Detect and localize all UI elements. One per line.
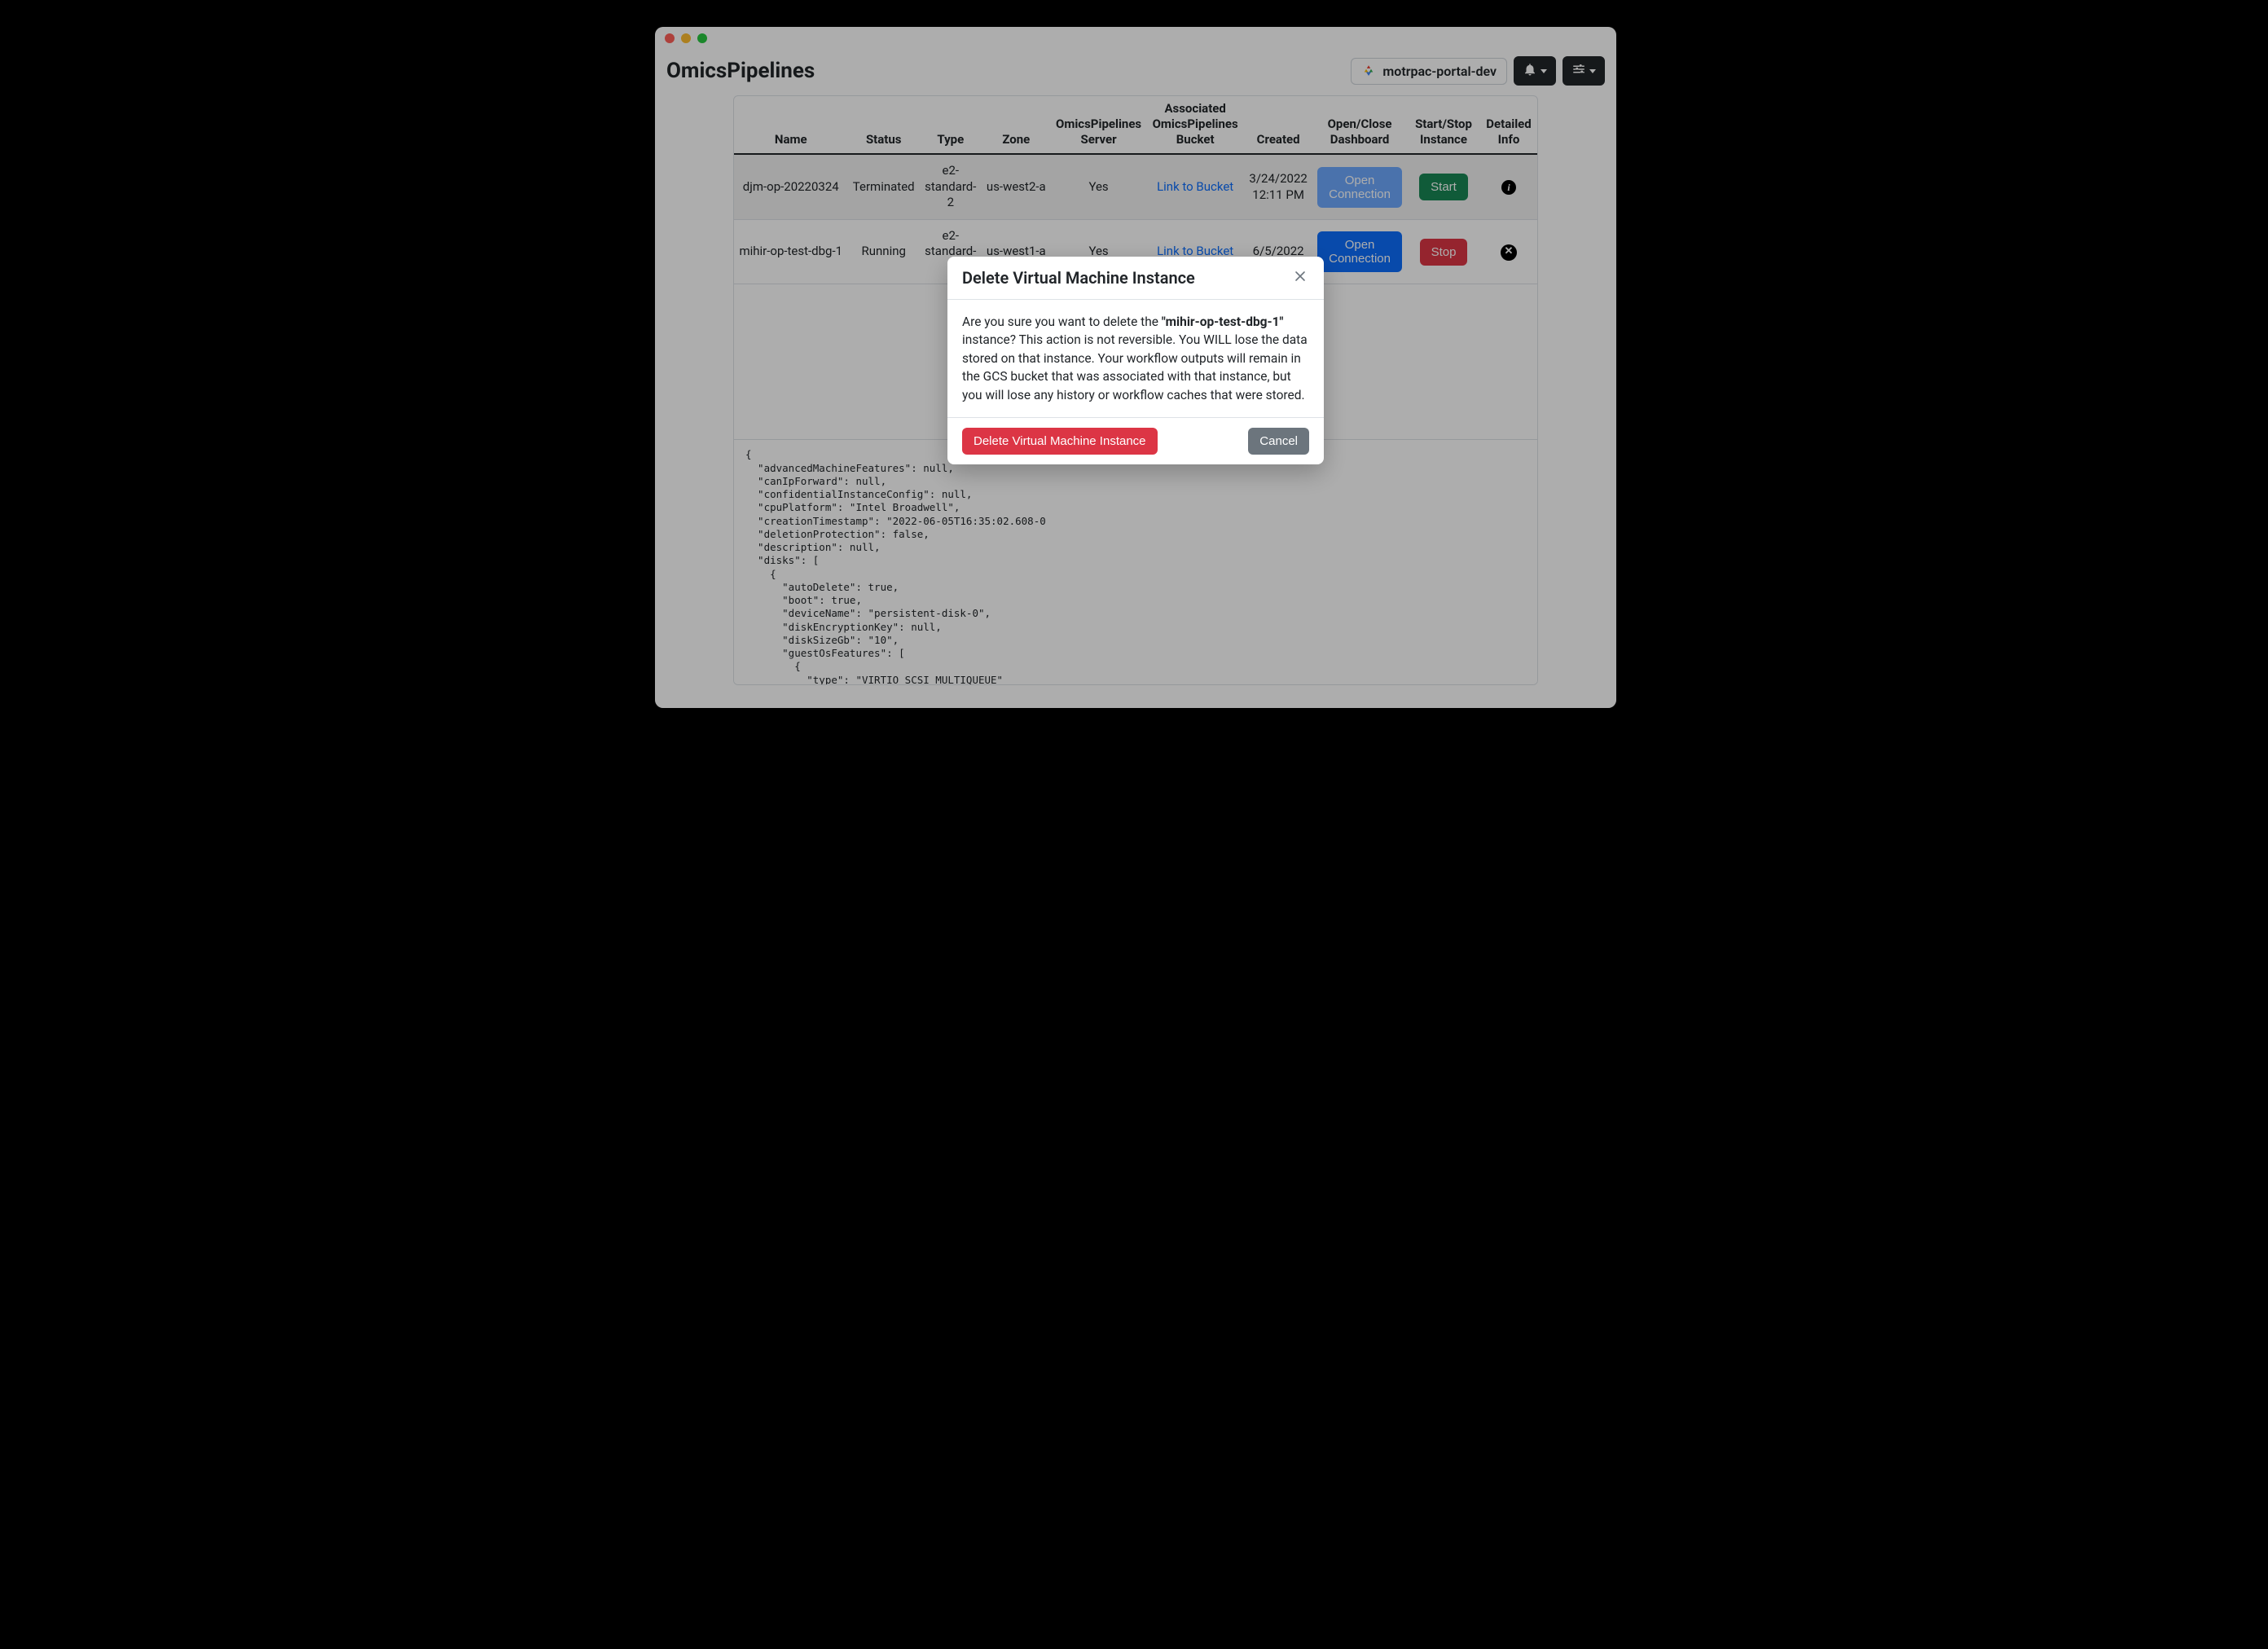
app-window: OmicsPipelines motrpac-portal-dev — [655, 27, 1616, 708]
modal-cancel-button[interactable]: Cancel — [1248, 428, 1309, 455]
modal-title: Delete Virtual Machine Instance — [962, 268, 1195, 288]
modal-body: Are you sure you want to delete the "mih… — [947, 300, 1324, 418]
modal-close-button[interactable] — [1291, 269, 1309, 287]
modal-body-post: instance? This action is not reversible.… — [962, 332, 1308, 402]
modal-backdrop[interactable]: Delete Virtual Machine Instance Are you … — [655, 27, 1616, 708]
close-icon — [1294, 270, 1307, 286]
modal-body-pre: Are you sure you want to delete the — [962, 314, 1162, 329]
modal-instance-name: "mihir-op-test-dbg-1" — [1162, 314, 1284, 329]
modal-confirm-delete-button[interactable]: Delete Virtual Machine Instance — [962, 428, 1158, 455]
delete-instance-modal: Delete Virtual Machine Instance Are you … — [947, 257, 1324, 464]
